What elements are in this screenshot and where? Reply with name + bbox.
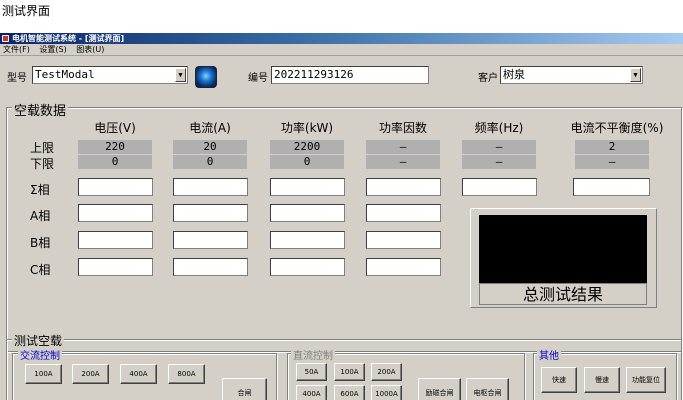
app-window: 电机智能测试系统 - [测试界面] 文件(F) 设置(S) 图表(U) 型号 T… <box>0 33 683 400</box>
sigma-current-field[interactable] <box>173 178 248 196</box>
col-current: 电流(A) <box>189 121 231 135</box>
row-c-label: C相 <box>30 263 51 277</box>
upper-current: 20 <box>173 140 247 154</box>
sigma-imbalance-field[interactable] <box>573 178 650 196</box>
chevron-down-icon[interactable]: ▼ <box>175 68 186 82</box>
row-b-label: B相 <box>30 236 51 250</box>
col-voltage: 电压(V) <box>94 121 136 135</box>
customer-value: 树泉 <box>503 68 525 81</box>
lower-voltage: 0 <box>78 155 152 169</box>
result-panel: 总测试结果 <box>470 208 657 308</box>
a-power-field[interactable] <box>270 204 345 222</box>
lower-label: 下限 <box>30 157 55 171</box>
armature-close-button[interactable]: 电枢合闸 <box>466 378 509 400</box>
col-power: 功率(kW) <box>280 121 334 135</box>
ac-200a-button[interactable]: 200A <box>72 364 109 384</box>
ac-control-title: 交流控制 <box>18 347 62 362</box>
ac-400a-button[interactable]: 400A <box>120 364 157 384</box>
dc-100a-button[interactable]: 100A <box>334 363 365 381</box>
b-current-field[interactable] <box>173 231 248 249</box>
dc-200a-button[interactable]: 200A <box>371 363 402 381</box>
row-a-label: A相 <box>30 209 51 223</box>
menu-bar: 文件(F) 设置(S) 图表(U) <box>0 44 683 56</box>
upper-voltage: 220 <box>78 140 152 154</box>
customer-label: 客户 <box>478 73 498 84</box>
lower-current: 0 <box>173 155 247 169</box>
app-icon <box>2 35 9 42</box>
menu-file[interactable]: 文件(F) <box>3 45 30 54</box>
lower-power: 0 <box>270 155 344 169</box>
result-label: 总测试结果 <box>479 283 647 305</box>
code-value: 202211293126 <box>274 68 354 81</box>
fast-button[interactable]: 快速 <box>541 367 577 393</box>
result-display <box>479 215 647 283</box>
slow-button[interactable]: 慢速 <box>584 367 620 393</box>
title-bar: 电机智能测试系统 - [测试界面] <box>0 33 683 44</box>
upper-frequency: — <box>462 140 536 154</box>
a-current-field[interactable] <box>173 204 248 222</box>
sigma-frequency-field[interactable] <box>462 178 537 196</box>
b-power-field[interactable] <box>270 231 345 249</box>
lower-frequency: — <box>462 155 536 169</box>
code-label: 编号 <box>248 73 268 84</box>
ac-100a-button[interactable]: 100A <box>25 364 62 384</box>
upper-power: 2200 <box>270 140 344 154</box>
lower-power-factor: — <box>366 155 440 169</box>
col-power-factor: 功率因数 <box>378 121 427 135</box>
lower-imbalance: — <box>575 155 649 169</box>
menu-chart[interactable]: 图表(U) <box>76 45 104 54</box>
row-sigma-label: Σ相 <box>30 183 50 197</box>
model-select[interactable]: TestModal ▼ <box>32 66 188 84</box>
c-voltage-field[interactable] <box>78 258 153 276</box>
a-power-factor-field[interactable] <box>366 204 441 222</box>
other-title: 其他 <box>537 347 561 362</box>
excite-close-button[interactable]: 励磁合闸 <box>418 378 461 400</box>
window-title: 电机智能测试系统 - [测试界面] <box>12 34 125 43</box>
col-frequency: 频率(Hz) <box>474 121 524 135</box>
c-power-field[interactable] <box>270 258 345 276</box>
code-field[interactable]: 202211293126 <box>271 66 429 84</box>
upper-imbalance: 2 <box>575 140 649 154</box>
dc-1000a-button[interactable]: 1000A <box>371 385 402 400</box>
model-value: TestModal <box>35 68 95 81</box>
dc-control-title: 直流控制 <box>291 347 335 362</box>
dc-50a-button[interactable]: 50A <box>296 363 327 381</box>
ac-close-button[interactable]: 合闸 <box>222 378 267 400</box>
ac-800a-button[interactable]: 800A <box>168 364 205 384</box>
reset-button[interactable]: 功能复位 <box>626 367 666 393</box>
c-power-factor-field[interactable] <box>366 258 441 276</box>
noload-title: 空载数据 <box>12 100 69 119</box>
upper-label: 上限 <box>30 141 55 155</box>
dc-400a-button[interactable]: 400A <box>296 385 327 400</box>
model-label: 型号 <box>7 73 27 84</box>
chevron-down-icon[interactable]: ▼ <box>630 68 641 82</box>
b-power-factor-field[interactable] <box>366 231 441 249</box>
page-caption: 测试界面 <box>2 4 51 18</box>
col-imbalance: 电流不平衡度(%) <box>570 121 664 135</box>
dc-600a-button[interactable]: 600A <box>334 385 365 400</box>
upper-power-factor: — <box>366 140 440 154</box>
a-voltage-field[interactable] <box>78 204 153 222</box>
menu-settings[interactable]: 设置(S) <box>39 45 66 54</box>
sigma-power-field[interactable] <box>270 178 345 196</box>
globe-icon[interactable] <box>195 66 217 88</box>
c-current-field[interactable] <box>173 258 248 276</box>
sigma-voltage-field[interactable] <box>78 178 153 196</box>
sigma-power-factor-field[interactable] <box>366 178 441 196</box>
b-voltage-field[interactable] <box>78 231 153 249</box>
customer-select[interactable]: 树泉 ▼ <box>500 66 643 84</box>
